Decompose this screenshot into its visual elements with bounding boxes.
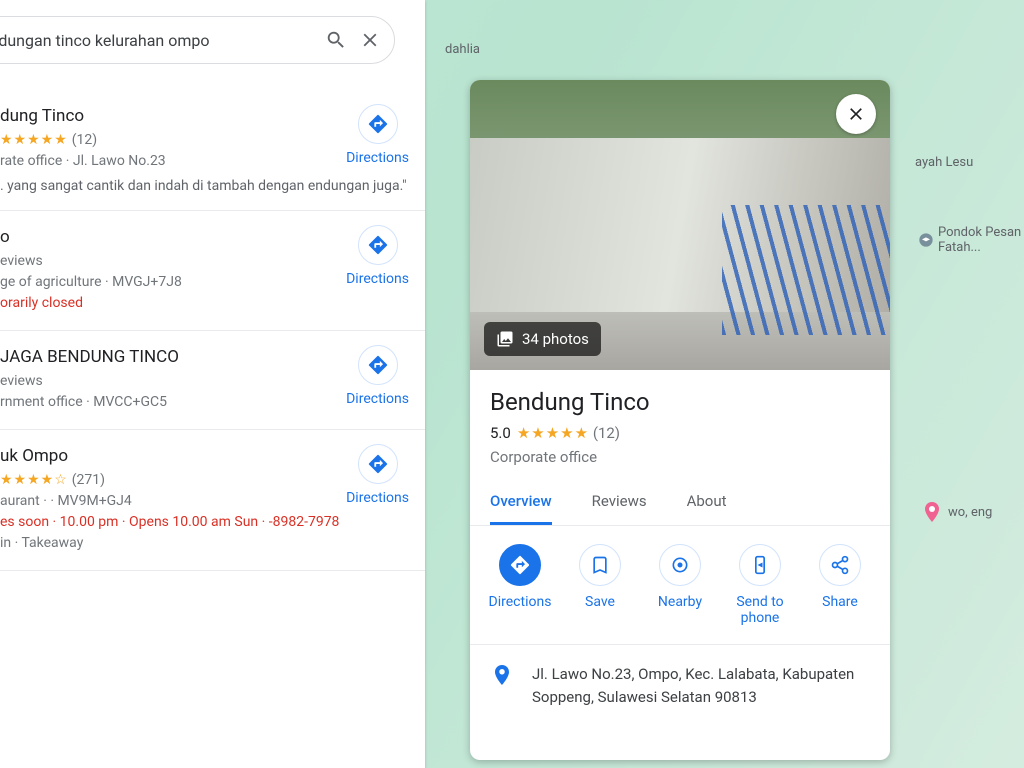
map-label: dahlia — [445, 42, 480, 57]
place-category: Corporate office — [490, 448, 870, 466]
nearby-icon — [670, 555, 690, 575]
search-input[interactable] — [0, 31, 322, 50]
address-row[interactable]: Jl. Lawo No.23, Ompo, Kec. Lalabata, Kab… — [470, 645, 890, 726]
results-list: dung Tinco ★★★★★(12) rate office · Jl. L… — [0, 90, 425, 768]
search-icon[interactable] — [322, 26, 350, 54]
clear-search-icon[interactable] — [356, 26, 384, 54]
star-rating: ★★★★☆ — [0, 472, 68, 488]
result-closed: orarily closed — [0, 293, 409, 314]
action-row: Directions Save Nearby Send to phone Sha… — [470, 526, 890, 645]
place-title: Bendung Tinco — [490, 388, 870, 416]
directions-button[interactable]: Directions — [346, 104, 409, 166]
star-rating: ★★★★★ — [0, 132, 68, 148]
close-detail-button[interactable] — [836, 94, 876, 134]
map-poi-hotel[interactable]: wo, eng — [920, 500, 992, 524]
directions-icon — [367, 113, 389, 135]
lodging-pin-icon — [920, 500, 944, 524]
place-rating[interactable]: 5.0★★★★★ (12) — [490, 424, 870, 442]
hero-photo[interactable]: 34 photos — [470, 80, 890, 370]
location-pin-icon — [490, 663, 514, 708]
directions-button[interactable]: Directions — [346, 345, 409, 407]
tab-reviews[interactable]: Reviews — [592, 492, 647, 525]
result-item[interactable]: uk Ompo ★★★★☆(271) aurant · · MV9M+GJ4 e… — [0, 430, 425, 571]
action-share[interactable]: Share — [804, 544, 876, 626]
school-pin-icon — [918, 228, 934, 252]
result-item[interactable]: o eviews ge of agriculture · MVGJ+7J8 or… — [0, 211, 425, 331]
action-directions[interactable]: Directions — [484, 544, 556, 626]
star-rating: ★★★★★ — [517, 424, 589, 442]
address-text: Jl. Lawo No.23, Ompo, Kec. Lalabata, Kab… — [532, 663, 870, 708]
send-phone-icon — [750, 555, 770, 575]
results-panel: dung Tinco ★★★★★(12) rate office · Jl. L… — [0, 0, 425, 768]
map-poi-ayah[interactable]: ayah Lesu — [915, 155, 973, 170]
photos-icon — [496, 330, 514, 348]
directions-icon — [367, 234, 389, 256]
result-hours: es soon · 10.00 pm · Opens 10.00 am Sun … — [0, 514, 339, 530]
share-icon — [830, 555, 850, 575]
action-save[interactable]: Save — [564, 544, 636, 626]
tab-overview[interactable]: Overview — [490, 492, 552, 525]
action-send-to-phone[interactable]: Send to phone — [724, 544, 796, 626]
search-bar — [0, 16, 395, 64]
result-snippet: . yang sangat cantik dan indah di tambah… — [0, 178, 409, 194]
close-icon — [846, 104, 866, 124]
directions-icon — [367, 354, 389, 376]
result-extra: in · Takeaway — [0, 533, 409, 554]
place-detail-card: 34 photos Bendung Tinco 5.0★★★★★ (12) Co… — [470, 80, 890, 760]
bookmark-icon — [590, 555, 610, 575]
result-item[interactable]: JAGA BENDUNG TINCO eviews rnment office … — [0, 331, 425, 430]
photo-count-badge[interactable]: 34 photos — [484, 322, 601, 356]
map-poi-pondok[interactable]: Pondok Pesan Fatah... — [918, 225, 1024, 255]
detail-header: Bendung Tinco 5.0★★★★★ (12) Corporate of… — [470, 370, 890, 466]
action-nearby[interactable]: Nearby — [644, 544, 716, 626]
detail-tabs: Overview Reviews About — [470, 478, 890, 526]
tab-about[interactable]: About — [687, 492, 727, 525]
directions-button[interactable]: Directions — [346, 444, 409, 506]
directions-icon — [509, 554, 531, 576]
directions-icon — [367, 453, 389, 475]
result-item[interactable]: dung Tinco ★★★★★(12) rate office · Jl. L… — [0, 90, 425, 211]
directions-button[interactable]: Directions — [346, 225, 409, 287]
